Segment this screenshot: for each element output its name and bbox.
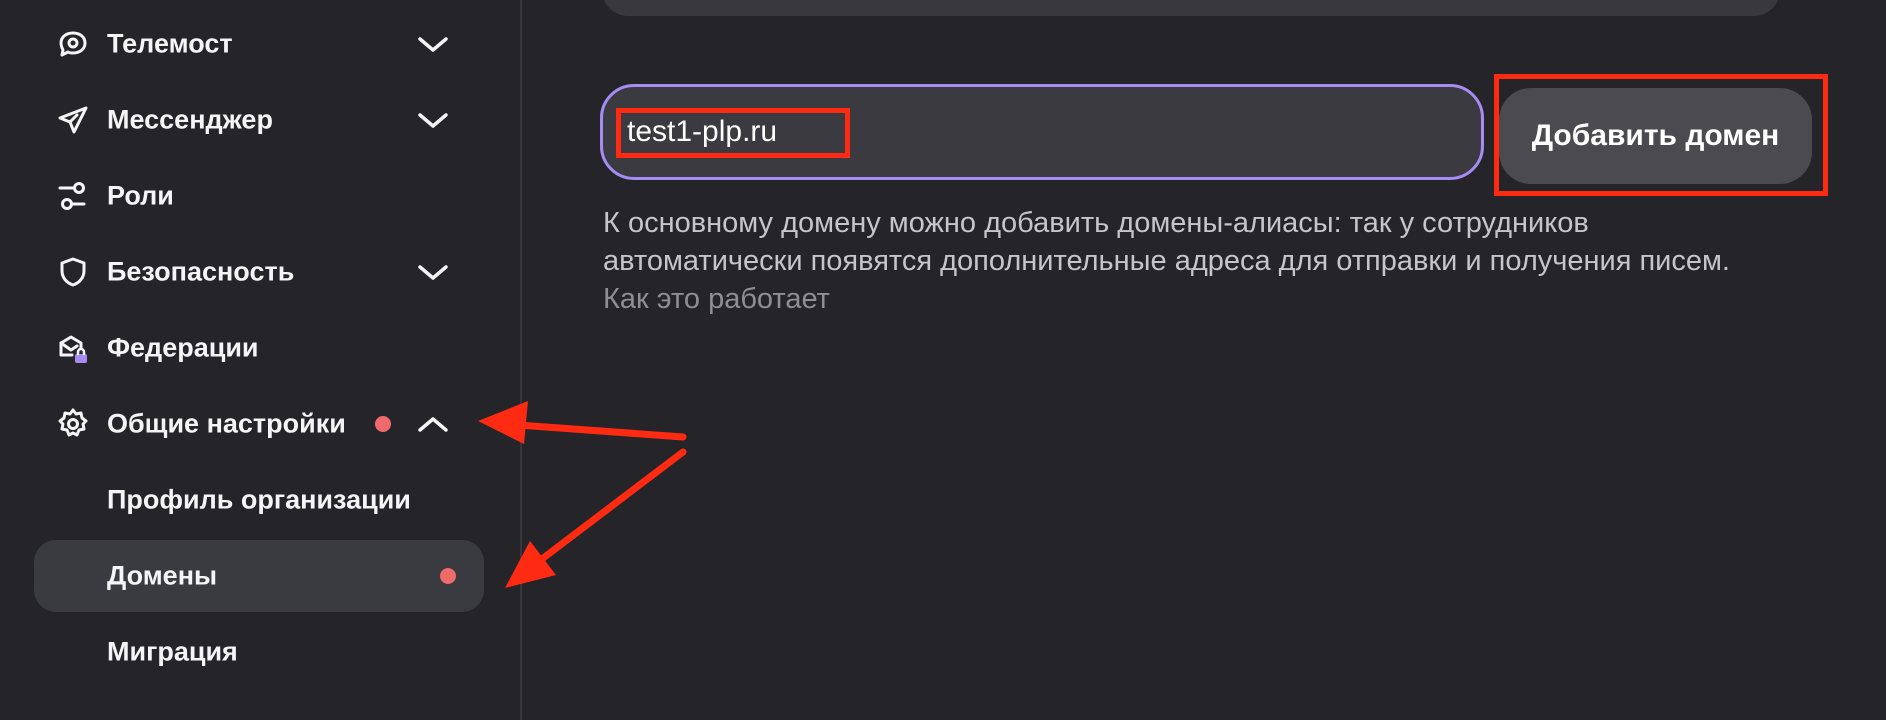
chevron-up-icon[interactable] <box>416 413 450 435</box>
domain-input[interactable] <box>600 84 1484 180</box>
hint-text: К основному домену можно добавить домены… <box>603 207 1730 277</box>
sidebar-item-federations[interactable]: Федерации <box>34 312 484 384</box>
sidebar-item-general-settings[interactable]: Общие настройки <box>34 388 484 460</box>
sidebar-item-org-profile[interactable]: Профиль организации <box>34 464 484 536</box>
federation-lock-icon <box>56 331 90 365</box>
sidebar-item-security[interactable]: Безопасность <box>34 236 484 308</box>
telemost-icon <box>56 27 90 61</box>
previous-section-card <box>602 0 1780 16</box>
chevron-down-icon[interactable] <box>416 261 450 283</box>
how-it-works-link[interactable]: Как это работает <box>603 283 830 315</box>
annotation-arrow <box>505 448 687 588</box>
roles-icon <box>56 179 90 213</box>
add-domain-button[interactable]: Добавить домен <box>1499 88 1812 184</box>
chevron-down-icon[interactable] <box>416 109 450 131</box>
sidebar-item-label: Миграция <box>107 636 238 667</box>
sidebar-item-label: Общие настройки <box>107 408 346 439</box>
notification-badge <box>440 568 456 584</box>
sidebar-item-label: Роли <box>107 180 174 211</box>
sidebar-item-label: Домены <box>107 560 218 591</box>
sidebar-item-migration[interactable]: Миграция <box>34 616 484 688</box>
sidebar-item-label: Федерации <box>107 332 259 363</box>
sidebar-item-label: Мессенджер <box>107 104 273 135</box>
sidebar-item-label: Телемост <box>107 28 233 59</box>
sidebar-item-roles[interactable]: Роли <box>34 160 484 232</box>
sidebar-item-domains[interactable]: Домены <box>34 540 484 612</box>
app-root: Телемост Мессенджер Роли Безопасность Фе… <box>0 0 1886 720</box>
domain-alias-hint: К основному домену можно добавить домены… <box>603 204 1783 318</box>
chevron-down-icon[interactable] <box>416 33 450 55</box>
notification-badge <box>375 416 391 432</box>
sidebar-item-label: Безопасность <box>107 256 295 287</box>
gear-icon <box>56 407 90 441</box>
sidebar: Телемост Мессенджер Роли Безопасность Фе… <box>0 0 522 720</box>
shield-icon <box>56 255 90 289</box>
sidebar-item-messenger[interactable]: Мессенджер <box>34 84 484 156</box>
sidebar-item-label: Профиль организации <box>107 484 411 515</box>
messenger-icon <box>56 103 90 137</box>
sidebar-item-telemost[interactable]: Телемост <box>34 8 484 80</box>
